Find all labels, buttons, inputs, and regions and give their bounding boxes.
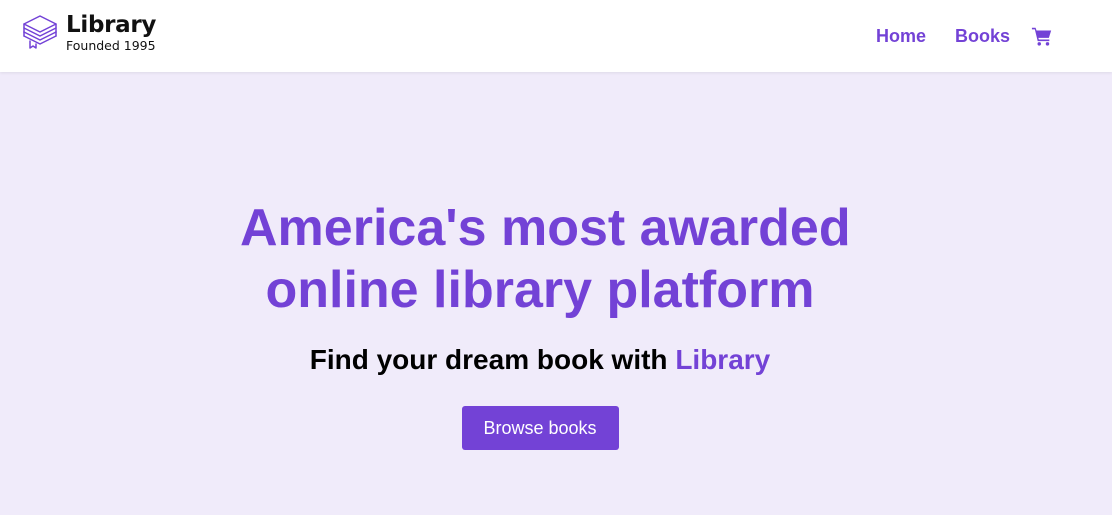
hero-content: America's most awarded online library pl… [240,197,851,450]
shopping-cart-icon[interactable] [1031,25,1053,47]
logo-subtitle: Founded 1995 [66,37,156,53]
top-navbar: Library Founded 1995 Home Books [0,0,1112,72]
hero-subtitle-text: Find your dream book with [309,344,676,375]
hero-section: America's most awarded online library pl… [0,72,1112,515]
hero-title-line-2: online library platform [265,261,815,319]
logo-link[interactable]: Library Founded 1995 [21,10,156,54]
browse-books-button[interactable]: Browse books [461,406,619,450]
hero-subtitle-brand: Library [675,344,771,375]
hero-title: America's most awarded online library pl… [240,197,851,321]
stacked-books-icon [23,15,57,49]
hero-subtitle: Find your dream book with Library [240,343,840,377]
logo-title: Library [66,11,157,38]
nav-home-link[interactable]: Home [876,24,926,48]
hero-title-line-1: America's most awarded [240,199,851,257]
logo-text: Library Founded 1995 [66,12,156,53]
nav-books-link[interactable]: Books [955,24,1010,48]
nav-links: Home Books [876,24,1053,48]
